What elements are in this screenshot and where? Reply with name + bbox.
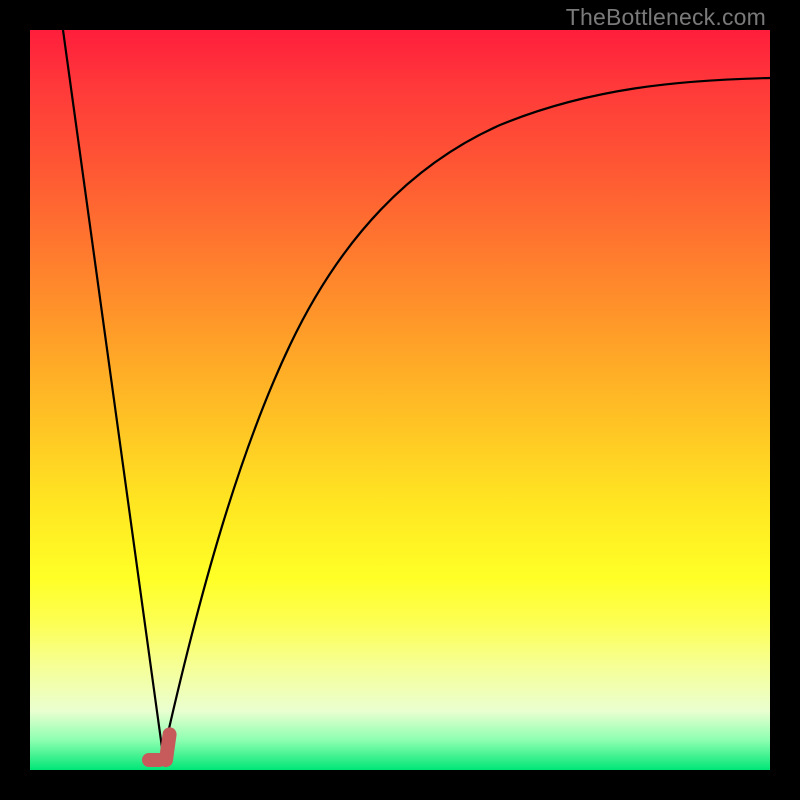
tick-stem <box>158 726 177 768</box>
curves-layer <box>30 30 770 770</box>
plot-area <box>30 30 770 770</box>
chart-frame: TheBottleneck.com <box>0 0 800 800</box>
bottleneck-marker <box>142 727 176 767</box>
left-descending-line <box>63 30 163 755</box>
right-saturating-curve <box>163 78 770 755</box>
watermark-text: TheBottleneck.com <box>566 4 766 31</box>
